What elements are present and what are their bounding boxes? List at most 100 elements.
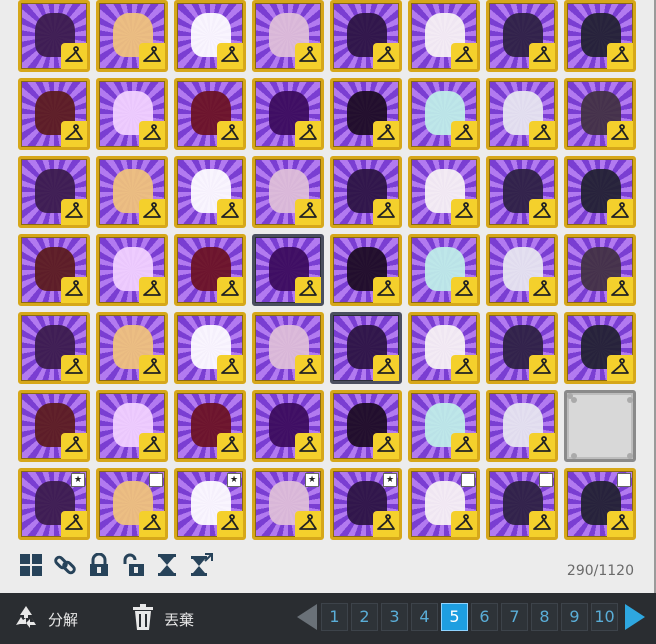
item-slot-red-white-skirt[interactable] xyxy=(252,390,324,462)
item-slot-white-hood-girl[interactable] xyxy=(564,156,636,228)
item-slot-blue-fairy-wings[interactable] xyxy=(96,156,168,228)
item-slot-fur-boots[interactable] xyxy=(96,390,168,462)
item-slot-white-mask[interactable] xyxy=(408,0,480,72)
item-slot-dark-phoenix-wings[interactable] xyxy=(18,78,90,150)
hourglass-icon[interactable] xyxy=(154,552,180,578)
item-slot-golden-halo[interactable] xyxy=(18,156,90,228)
item-slot-bone-dragon-wings[interactable] xyxy=(96,234,168,306)
item-slot-dark-lace-hat[interactable] xyxy=(330,78,402,150)
item-slot-fire-sun[interactable] xyxy=(18,234,90,306)
item-slot-red-rose[interactable] xyxy=(174,78,246,150)
item-slot-teal-magic-circle[interactable] xyxy=(96,312,168,384)
hanger-icon xyxy=(529,511,555,537)
hanger-icon xyxy=(529,277,555,303)
item-slot-black-twintail[interactable] xyxy=(408,468,480,540)
hanger-icon xyxy=(451,355,477,381)
item-slot-mecha-sword[interactable] xyxy=(408,234,480,306)
item-slot-red-flower-staff[interactable] xyxy=(330,234,402,306)
item-slot-pink-flower-hair[interactable] xyxy=(564,468,636,540)
hourglass-export-icon[interactable] xyxy=(188,552,214,578)
page-button-3[interactable]: 3 xyxy=(381,603,408,631)
hanger-icon xyxy=(529,199,555,225)
lock-icon[interactable] xyxy=(86,552,112,578)
item-slot-red-dress[interactable] xyxy=(408,156,480,228)
hanger-icon xyxy=(607,43,633,69)
decompose-button[interactable]: 分解 xyxy=(12,601,78,637)
grade-badge xyxy=(461,473,475,487)
item-slot-dark-eye-mask-cyan[interactable] xyxy=(252,156,324,228)
hanger-icon xyxy=(295,433,321,459)
page-button-9[interactable]: 9 xyxy=(561,603,588,631)
item-slot-blonde-hair[interactable]: ★ xyxy=(18,468,90,540)
item-slot-dark-gauntlet[interactable] xyxy=(174,234,246,306)
item-slot-blue-coat[interactable] xyxy=(18,312,90,384)
hanger-icon xyxy=(217,433,243,459)
item-slot-cosmic-ring[interactable] xyxy=(564,78,636,150)
item-slot-silver-hair[interactable] xyxy=(96,468,168,540)
hanger-icon xyxy=(61,199,87,225)
item-slot-ice-crystal-wings[interactable] xyxy=(408,78,480,150)
hanger-icon xyxy=(61,277,87,303)
item-slot-butterfly-wings[interactable] xyxy=(96,0,168,72)
unlock-icon[interactable] xyxy=(120,552,146,578)
item-slot-black-hair[interactable]: ★ xyxy=(330,468,402,540)
item-slot-white-tiara[interactable] xyxy=(486,78,558,150)
item-slot-santa-hat-item[interactable] xyxy=(174,156,246,228)
page-button-2[interactable]: 2 xyxy=(351,603,378,631)
hanger-icon xyxy=(529,433,555,459)
item-slot-angel-armor[interactable] xyxy=(486,234,558,306)
item-slot-white-fur-boots[interactable] xyxy=(408,390,480,462)
item-slot-dark-eye-mask-red[interactable] xyxy=(330,156,402,228)
grid-icon[interactable] xyxy=(18,552,44,578)
hanger-icon xyxy=(451,121,477,147)
item-slot-silver-crown[interactable] xyxy=(564,312,636,384)
hanger-icon xyxy=(373,511,399,537)
item-slot-empty-slot[interactable] xyxy=(564,390,636,462)
discard-label: 丟棄 xyxy=(164,610,195,629)
item-slot-hooded-cloak[interactable] xyxy=(18,0,90,72)
item-slot-denim-shorts[interactable] xyxy=(18,390,90,462)
hanger-icon xyxy=(373,121,399,147)
item-slot-blue-crown-aura[interactable] xyxy=(564,234,636,306)
item-slot-light-sparkle[interactable] xyxy=(96,78,168,150)
decompose-label: 分解 xyxy=(48,610,79,629)
inventory-panel: ★ ★ ★ ★ 290/1120 xyxy=(0,0,656,593)
page-button-10[interactable]: 10 xyxy=(591,603,618,631)
item-slot-dark-wings[interactable] xyxy=(330,0,402,72)
item-slot-jeweled-staff[interactable] xyxy=(564,0,636,72)
grade-badge xyxy=(539,473,553,487)
page-button-6[interactable]: 6 xyxy=(471,603,498,631)
page-button-1[interactable]: 1 xyxy=(321,603,348,631)
item-slot-red-scythe[interactable] xyxy=(330,312,402,384)
hanger-icon xyxy=(373,433,399,459)
item-slot-white-stockings[interactable] xyxy=(486,390,558,462)
item-slot-teal-armor[interactable] xyxy=(486,312,558,384)
item-slot-feather-wings[interactable] xyxy=(486,0,558,72)
item-slot-white-hair[interactable]: ★ xyxy=(174,468,246,540)
item-slot-dark-star-aura[interactable] xyxy=(252,78,324,150)
discard-button[interactable]: 丟棄 xyxy=(130,601,194,637)
item-slot-sunglasses[interactable] xyxy=(174,312,246,384)
link-icon[interactable] xyxy=(52,552,78,578)
item-slot-black-ponytail[interactable]: ★ xyxy=(252,468,324,540)
item-slot-star-constellation[interactable] xyxy=(174,0,246,72)
page-button-8[interactable]: 8 xyxy=(531,603,558,631)
next-page-arrow-icon[interactable] xyxy=(625,604,645,630)
item-slot-dark-curly-hair[interactable] xyxy=(486,468,558,540)
item-slot-dark-fox-mask[interactable] xyxy=(252,312,324,384)
item-slot-blue-vortex[interactable] xyxy=(252,234,324,306)
hanger-icon xyxy=(139,121,165,147)
grade-badge xyxy=(617,473,631,487)
hanger-icon xyxy=(373,43,399,69)
item-slot-brown-boots[interactable] xyxy=(174,390,246,462)
prev-page-arrow-icon[interactable] xyxy=(297,604,317,630)
item-slot-magic-circle[interactable] xyxy=(252,0,324,72)
hanger-icon xyxy=(295,355,321,381)
page-button-5[interactable]: 5 xyxy=(441,603,468,631)
page-button-4[interactable]: 4 xyxy=(411,603,438,631)
page-button-7[interactable]: 7 xyxy=(501,603,528,631)
item-slot-dark-boots[interactable] xyxy=(330,390,402,462)
item-slot-green-dragon-wings[interactable] xyxy=(408,312,480,384)
hanger-icon xyxy=(139,355,165,381)
item-slot-dark-mecha-wings[interactable] xyxy=(486,156,558,228)
